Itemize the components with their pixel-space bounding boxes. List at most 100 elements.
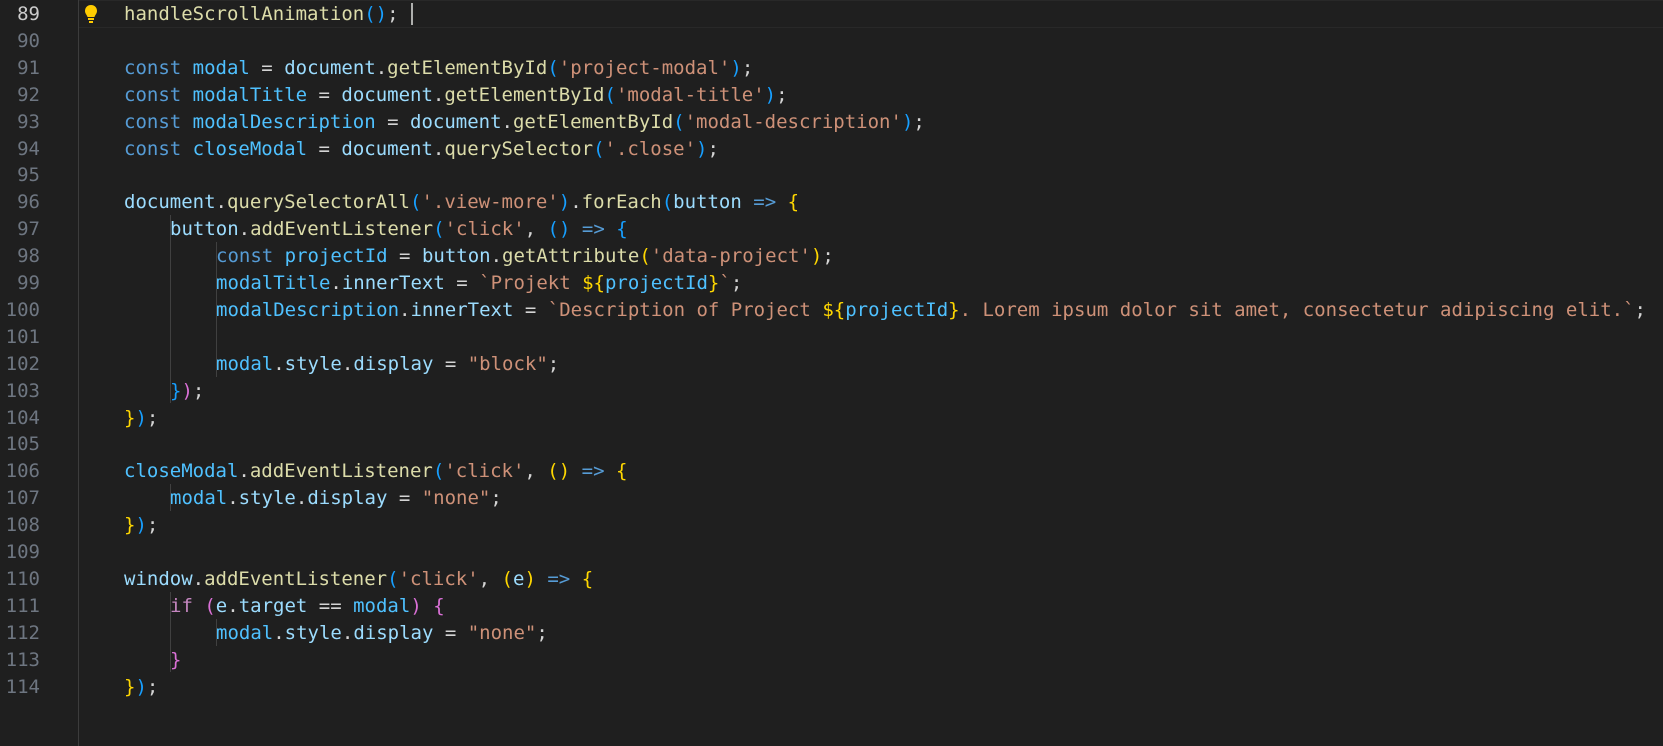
code-token: `Projekt: [479, 272, 583, 294]
code-token: =: [307, 83, 342, 106]
code-token: 'modal-title': [615, 83, 765, 106]
code-token: modalDescription: [216, 298, 400, 321]
code-token: 'click': [398, 567, 479, 590]
line-number: 114: [5, 675, 40, 698]
line-number: 96: [17, 191, 40, 214]
code-token: ): [810, 245, 823, 268]
code-line[interactable]: });: [124, 404, 158, 433]
code-line[interactable]: document.querySelectorAll('.view-more').…: [124, 188, 799, 217]
code-token: modalTitle: [216, 272, 331, 294]
code-token: 'modal-description': [684, 110, 902, 133]
code-token: button: [170, 218, 239, 241]
code-token: const: [124, 137, 182, 160]
code-token: '.view-more': [421, 191, 559, 214]
code-line[interactable]: const modal = document.getElementById('p…: [124, 54, 753, 83]
code-token: ): [901, 110, 914, 133]
code-token: document: [284, 56, 376, 79]
line-number: 93: [17, 110, 40, 133]
code-line[interactable]: });: [170, 377, 204, 406]
code-token: =: [433, 352, 468, 375]
line-number: 106: [5, 460, 40, 483]
code-token: ): [135, 406, 147, 429]
code-token: closeModal: [124, 460, 239, 483]
code-line[interactable]: }: [170, 646, 181, 675]
code-token: projectId: [604, 272, 708, 294]
code-token: .: [227, 594, 239, 617]
code-line[interactable]: modalDescription.innerText = `Descriptio…: [216, 296, 1646, 325]
code-token: ;: [913, 110, 925, 133]
code-token: forEach: [581, 191, 662, 214]
code-token: window: [124, 567, 193, 590]
code-token: =>: [753, 191, 777, 214]
line-number: 95: [17, 164, 40, 187]
code-token: document: [341, 83, 433, 106]
code-line[interactable]: const closeModal = document.querySelecto…: [124, 135, 719, 164]
code-token: ): [730, 56, 742, 79]
code-token: ,: [478, 567, 502, 590]
code-token: .: [432, 83, 445, 106]
code-token: (): [364, 3, 388, 25]
code-line[interactable]: modal.style.display = "block";: [216, 350, 559, 379]
line-number: 94: [17, 137, 40, 160]
code-line[interactable]: closeModal.addEventListener('click', () …: [124, 457, 627, 486]
code-token: }: [948, 298, 960, 321]
lightbulb-icon[interactable]: [84, 4, 98, 24]
line-number: 92: [17, 83, 40, 106]
code-token: ;: [822, 245, 834, 268]
code-token: ;: [536, 621, 548, 644]
code-line[interactable]: if (e.target == modal) {: [170, 592, 445, 621]
code-editor[interactable]: 89 90 91 92 93 94 95 96 97 98 99 100 101 102 103 104 105…: [0, 0, 1663, 746]
code-token: =: [444, 272, 480, 294]
code-token: (: [673, 110, 685, 133]
code-token: document: [410, 110, 502, 133]
code-token: addEventListener: [250, 218, 434, 241]
code-token: modalTitle: [192, 83, 308, 106]
code-token: }: [170, 379, 182, 402]
code-token: =: [387, 245, 422, 268]
code-line[interactable]: handleScrollAnimation();: [124, 0, 399, 29]
code-token: ;: [146, 514, 159, 537]
line-number: 109: [5, 541, 40, 563]
code-token: {: [616, 218, 628, 241]
code-token: modal: [353, 594, 411, 617]
code-token: ): [558, 191, 571, 214]
code-token: innerText: [410, 298, 514, 321]
code-token: .: [375, 56, 388, 79]
code-line[interactable]: modal.style.display = "none";: [170, 484, 502, 513]
code-token: modal: [192, 56, 250, 79]
code-token: (: [410, 191, 422, 214]
code-token: const: [124, 56, 182, 79]
code-token: (: [547, 56, 559, 79]
code-token: {: [581, 567, 594, 590]
code-line[interactable]: modalTitle.innerText = `Projekt ${projec…: [216, 269, 742, 298]
code-token: "block": [467, 352, 548, 375]
code-line[interactable]: const modalDescription = document.getEle…: [124, 108, 925, 137]
code-line[interactable]: modal.style.display = "none";: [216, 619, 548, 648]
line-number: 89: [17, 3, 40, 25]
code-token: .: [273, 621, 285, 644]
code-token: handleScrollAnimation: [124, 3, 365, 25]
code-token: ): [764, 83, 777, 106]
code-line[interactable]: const modalTitle = document.getElementBy…: [124, 81, 788, 110]
code-token: ;: [387, 3, 399, 25]
code-token: (: [387, 567, 399, 590]
indent-guide: [170, 591, 171, 673]
code-token: '.close': [604, 137, 697, 160]
code-line[interactable]: const projectId = button.getAttribute('d…: [216, 242, 834, 271]
text-cursor: [411, 3, 413, 25]
code-line[interactable]: window.addEventListener('click', (e) => …: [124, 565, 593, 594]
code-token: closeModal: [192, 137, 308, 160]
code-line[interactable]: button.addEventListener('click', () => {: [170, 215, 628, 244]
code-token: (: [661, 191, 674, 214]
code-token: (: [639, 245, 651, 268]
code-line[interactable]: });: [124, 673, 158, 702]
code-line[interactable]: });: [124, 511, 158, 540]
code-token: =: [307, 137, 342, 160]
code-token: (: [501, 567, 513, 590]
code-token: }: [124, 406, 136, 429]
